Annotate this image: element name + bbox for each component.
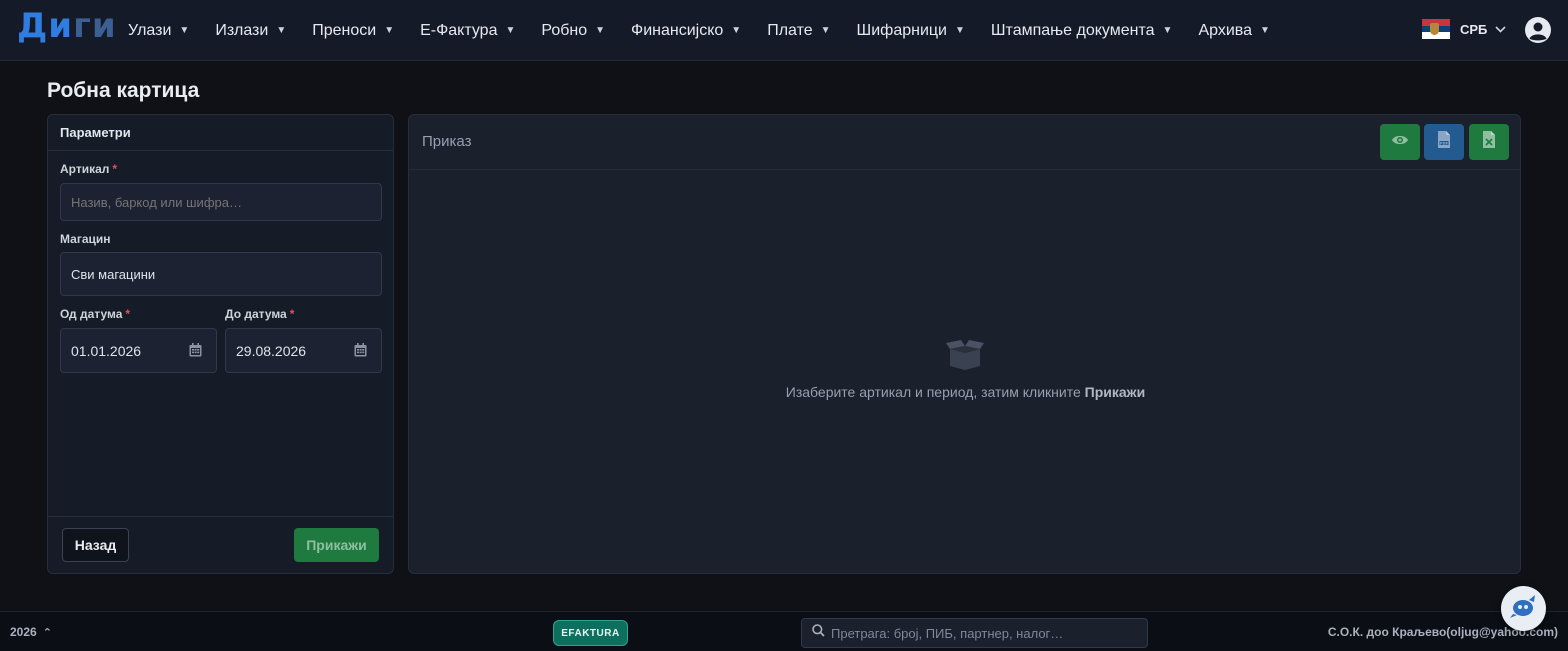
empty-box-icon [946,340,984,370]
menu-item-label: Излази [215,21,269,39]
menu-item-efaktura[interactable]: Е-Фактура ▼ [420,22,515,40]
svg-text:PDF: PDF [1440,141,1449,145]
menu-item-stampanje[interactable]: Штампање документа ▼ [991,22,1173,40]
panel-header: Параметри [48,115,393,151]
panel-footer: Назад Прикажи [48,516,393,573]
parameters-panel: Параметри Артикал* Магацин Сви магацини … [47,114,394,574]
excel-icon [1482,131,1496,153]
caret-down-icon: ▼ [179,25,190,36]
menu-item-ulazi[interactable]: Улази ▼ [128,22,189,40]
caret-down-icon: ▼ [595,25,606,36]
article-label: Артикал * [60,162,118,176]
to-date-value: 29.08.2026 [236,342,307,359]
calendar-icon[interactable] [354,343,367,357]
top-navbar: Диги Улази ▼ Излази ▼ Преноси ▼ Е-Фактура ▼ … [0,0,1568,61]
pdf-icon: PDF [1437,131,1451,153]
menu-item-label: Преноси [312,21,377,39]
view-panel: Приказ PDF Изаберите артикал и период, з… [408,114,1521,574]
chevron-up-icon: ⌃ [42,627,52,639]
menu-item-label: Шифарници [856,21,947,39]
app-logo[interactable]: Диги [17,6,117,46]
logo-part2: ги [73,6,117,46]
warehouse-value: Сви магацини [71,266,156,282]
menu-item-plate[interactable]: Плате ▼ [767,22,830,40]
caret-down-icon: ▼ [505,25,516,36]
warehouse-select[interactable]: Сви магацини [60,252,382,296]
menu-item-label: Штампање документа [990,21,1155,39]
search-icon [812,624,825,642]
to-date-label: До датума * [225,307,295,321]
to-date-input[interactable]: 29.08.2026 [225,328,382,373]
year-selector[interactable]: 2026 ⌃ [10,625,52,639]
menu-item-label: Улази [128,21,172,39]
menu-item-izlazi[interactable]: Излази ▼ [215,22,286,40]
calendar-icon[interactable] [189,343,202,357]
assistant-bot-icon [1509,594,1538,623]
preview-button[interactable] [1380,124,1420,160]
language-selector[interactable]: СРБ [1422,19,1506,40]
year-value: 2026 [10,625,37,639]
chevron-down-icon [1495,22,1506,36]
view-header: Приказ PDF [409,115,1520,170]
article-input[interactable] [60,183,382,221]
menu-item-label: Робно [541,21,588,39]
caret-down-icon: ▼ [954,25,965,36]
logo-part1: Ди [17,6,74,46]
bottom-bar: 2026⌃ EFAKTURA С.О.К. доо Краљево(oljug@… [0,611,1568,651]
language-label: СРБ [1460,21,1488,37]
back-button[interactable]: Назад [62,528,129,562]
menu-item-label: Плате [767,21,813,39]
caret-down-icon: ▼ [731,25,742,36]
user-circle-icon[interactable] [1524,16,1552,44]
menu-item-finansijsko[interactable]: Финансијско ▼ [631,22,741,40]
menu-item-sifarnici[interactable]: Шифарници ▼ [857,22,965,40]
caret-down-icon: ▼ [1259,25,1270,36]
search-input[interactable] [831,625,1131,641]
caret-down-icon: ▼ [276,25,287,36]
from-date-input[interactable]: 01.01.2026 [60,328,217,373]
export-excel-button[interactable] [1469,124,1509,160]
menu-item-arhiva[interactable]: Архива ▼ [1198,22,1269,40]
serbia-flag-icon [1422,19,1450,40]
warehouse-label: Магацин [60,232,111,246]
page-title: Робна картица [47,79,200,102]
efaktura-badge[interactable]: EFAKTURA [553,620,628,646]
export-pdf-button[interactable]: PDF [1424,124,1464,160]
caret-down-icon: ▼ [820,25,831,36]
menu-item-robno[interactable]: Робно ▼ [541,22,605,40]
from-date-value: 01.01.2026 [71,342,142,359]
caret-down-icon: ▼ [1162,25,1173,36]
show-button[interactable]: Прикажи [294,528,379,562]
view-title: Приказ [422,133,472,150]
main-menu: Улази ▼ Излази ▼ Преноси ▼ Е-Фактура ▼ Робно… [128,0,1296,61]
menu-item-prenosi[interactable]: Преноси ▼ [312,22,394,40]
menu-item-label: Е-Фактура [420,21,498,39]
caret-down-icon: ▼ [384,25,395,36]
global-search [801,618,1148,648]
from-date-label: Од датума * [60,307,131,321]
chat-assistant-button[interactable] [1501,586,1546,631]
menu-item-label: Архива [1198,21,1252,39]
menu-item-label: Финансијско [631,21,724,39]
eye-icon [1391,133,1409,151]
empty-state-message: Изаберите артикал и период, затим кликни… [785,384,1146,400]
